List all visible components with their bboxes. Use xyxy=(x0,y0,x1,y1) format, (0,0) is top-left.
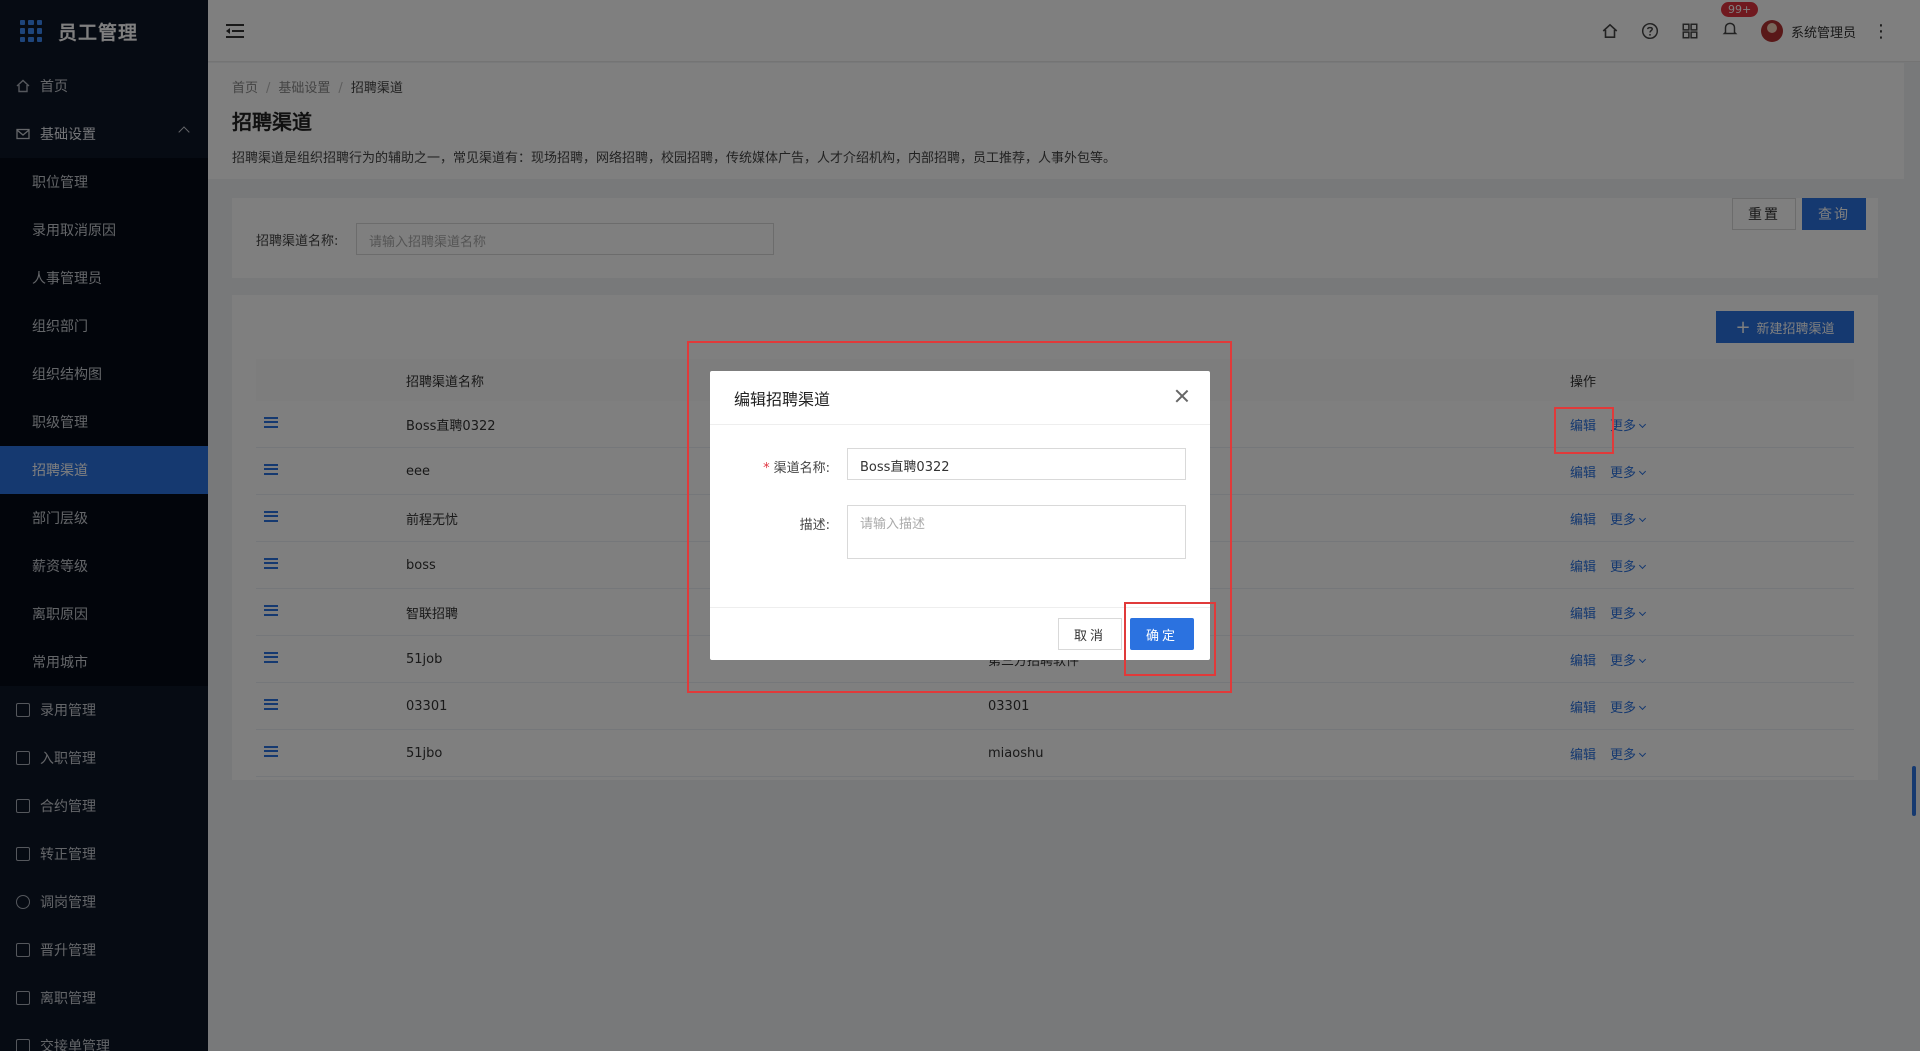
annotation-box-edit xyxy=(1554,407,1614,454)
annotation-box-ok xyxy=(1124,602,1216,676)
